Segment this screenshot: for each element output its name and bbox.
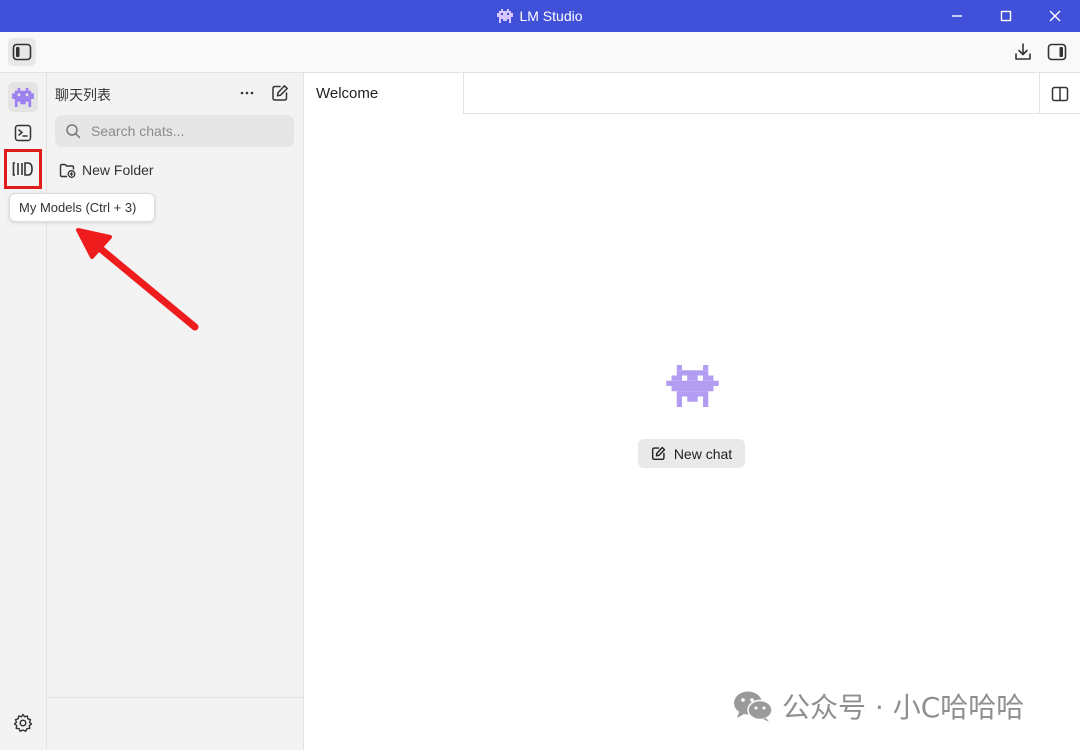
main-area: Welcome New chat <box>304 73 1080 750</box>
sidebar-toggle-icon <box>12 43 32 61</box>
window-title-group: LM Studio <box>0 0 1080 32</box>
split-view-button[interactable] <box>1039 73 1080 114</box>
watermark: 公众号 · 小C哈哈哈 <box>732 688 1024 724</box>
tooltip-text: My Models (Ctrl + 3) <box>19 200 137 215</box>
top-toolbar <box>0 32 1080 73</box>
more-horizontal-icon <box>240 91 254 95</box>
maximize-icon <box>1000 10 1012 22</box>
panel-divider <box>47 697 304 698</box>
search-box <box>55 115 294 147</box>
maximize-button[interactable] <box>981 0 1031 32</box>
watermark-text: 公众号 · 小C哈哈哈 <box>782 691 1025 724</box>
split-view-icon <box>1051 86 1069 101</box>
new-chat-compose-button[interactable] <box>268 81 292 105</box>
window-title: LM Studio <box>519 8 583 24</box>
minimize-icon <box>952 15 962 17</box>
wechat-icon <box>734 691 773 722</box>
tab-welcome-label: Welcome <box>316 85 379 102</box>
gear-icon <box>13 713 33 732</box>
search-input[interactable] <box>91 123 271 139</box>
lmstudio-logo-icon <box>497 9 514 23</box>
minimize-button[interactable] <box>932 0 982 32</box>
chat-list-panel: 聊天列表 New Folder <box>47 73 304 750</box>
tab-welcome[interactable]: Welcome <box>304 73 464 114</box>
my-models-tooltip: My Models (Ctrl + 3) <box>9 193 155 222</box>
right-panel-icon <box>1047 43 1067 61</box>
folder-add-icon <box>59 163 76 178</box>
settings-button[interactable] <box>8 708 38 738</box>
new-chat-button[interactable]: New chat <box>638 439 745 468</box>
right-panel-toggle-button[interactable] <box>1043 38 1071 66</box>
rail-item-developer[interactable] <box>8 118 38 148</box>
lmstudio-logo-icon <box>666 365 719 407</box>
search-icon <box>66 124 81 139</box>
annotation-highlight-box <box>4 149 42 189</box>
chat-list-title: 聊天列表 <box>55 87 111 103</box>
download-icon <box>1015 43 1031 60</box>
close-icon <box>1049 10 1061 22</box>
download-button[interactable] <box>1009 38 1037 66</box>
terminal-icon <box>14 124 32 142</box>
compose-icon <box>651 446 666 461</box>
sidebar-toggle-button[interactable] <box>8 38 36 66</box>
rail-item-chat[interactable] <box>8 82 38 112</box>
more-options-button[interactable] <box>235 81 259 105</box>
lmstudio-logo-icon <box>12 87 34 107</box>
new-folder-label: New Folder <box>82 162 154 178</box>
tabbar-divider <box>464 113 1080 114</box>
new-chat-label: New chat <box>673 445 733 462</box>
title-bar: LM Studio <box>0 0 1080 32</box>
new-folder-button[interactable]: New Folder <box>59 159 154 181</box>
close-button[interactable] <box>1030 0 1080 32</box>
compose-icon <box>272 85 288 101</box>
